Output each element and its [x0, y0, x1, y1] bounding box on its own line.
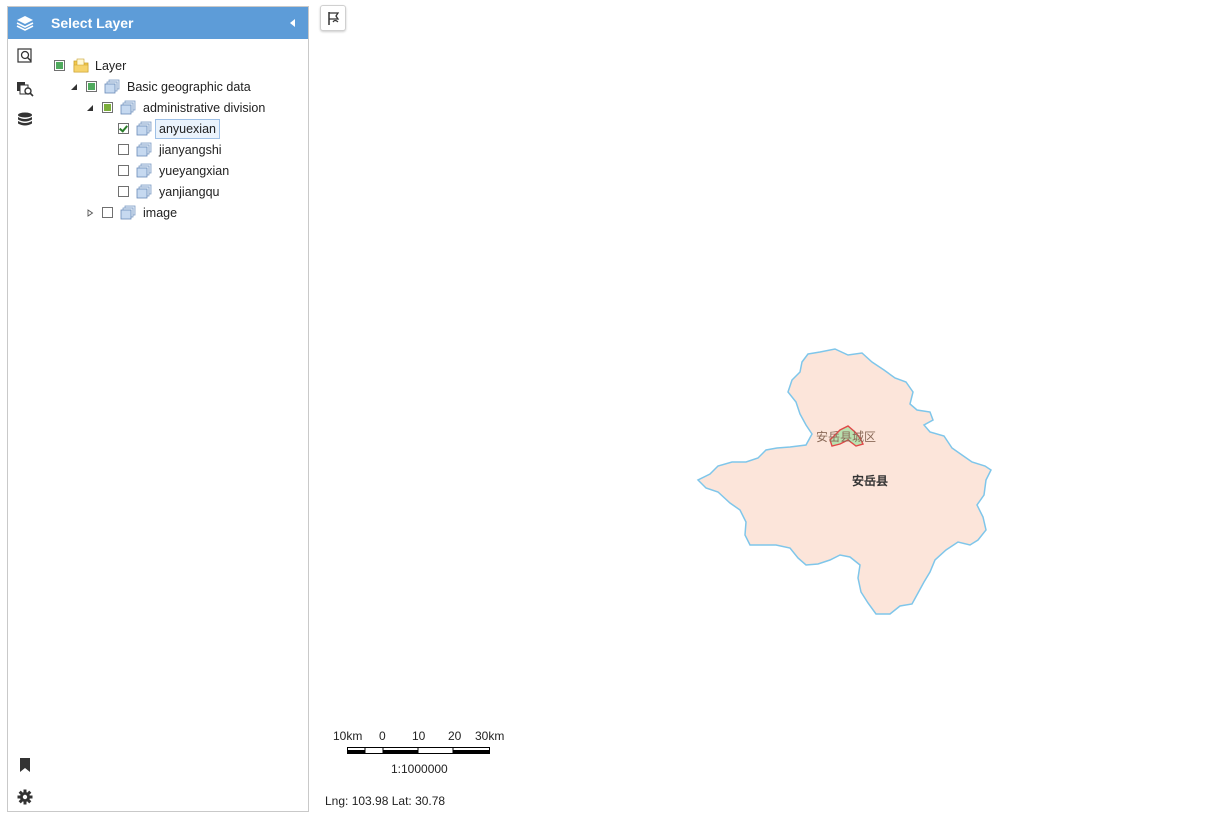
yueyangxian-label[interactable]: yueyangxian [159, 162, 229, 180]
panel-header: Select Layer [8, 7, 308, 39]
tree-node-administrative-division[interactable]: administrative division [86, 99, 296, 117]
collapsed-arrow-icon[interactable] [86, 209, 94, 217]
anyuexian-label-wrap: anyuexian [155, 119, 229, 139]
basic-geographic-data-checkbox[interactable] [86, 81, 97, 92]
tree-node-yueyangxian[interactable]: yueyangxian [118, 162, 248, 180]
coordinate-readout: Lng: 103.98 Lat: 30.78 [325, 794, 446, 808]
region-label: 安岳县 [852, 474, 889, 488]
database-icon[interactable] [16, 111, 34, 129]
layer-panel: Select Layer Layer Basic geographic data… [7, 6, 309, 812]
expanded-arrow-icon[interactable] [86, 104, 94, 112]
basic-geographic-data-label: Basic geographic data [127, 80, 251, 94]
flag-button[interactable] [320, 5, 346, 31]
administrative-division-checkbox[interactable] [102, 102, 113, 113]
image-label: image [143, 206, 178, 220]
gear-icon[interactable] [16, 788, 34, 806]
layer-icon [136, 142, 152, 157]
map-canvas[interactable] [311, 0, 1213, 817]
layers-icon [16, 16, 34, 31]
jianyangshi-label[interactable]: jianyangshi [159, 141, 222, 159]
tree-node-root[interactable]: Layer [54, 57, 174, 75]
scale-tick-label: 10 [412, 729, 426, 743]
scale-tick-label: 10km [333, 729, 363, 743]
tree-node-basic-geographic-data[interactable]: Basic geographic data [70, 78, 270, 96]
administrative-division-label: administrative division [143, 101, 266, 115]
image-checkbox[interactable] [102, 207, 113, 218]
root-checkbox[interactable] [54, 60, 65, 71]
layer-icon [136, 163, 152, 178]
triangle-left-icon[interactable] [288, 17, 298, 29]
folder-icon [73, 58, 89, 73]
tree-node-jianyangshi[interactable]: jianyangshi [118, 141, 238, 159]
side-toolbar [8, 39, 42, 811]
yueyangxian-checkbox[interactable] [118, 165, 129, 176]
layer-icon [136, 184, 152, 199]
layer-group-icon [120, 205, 136, 220]
expanded-arrow-icon[interactable] [70, 83, 78, 91]
anyuexian-checkbox[interactable] [118, 123, 129, 134]
jianyangshi-checkbox[interactable] [118, 144, 129, 155]
tree-node-image[interactable]: image [86, 204, 206, 222]
anyuexian-label[interactable]: anyuexian [155, 119, 220, 139]
layer-icon [136, 121, 152, 136]
layer-group-icon [120, 100, 136, 115]
tree-node-yanjiangqu[interactable]: yanjiangqu [118, 183, 248, 201]
layer-group-icon [104, 79, 120, 94]
layer-search-icon[interactable] [16, 79, 34, 97]
tree-node-anyuexian[interactable]: anyuexian [118, 119, 238, 139]
yanjiangqu-checkbox[interactable] [118, 186, 129, 197]
scale-tick-label: 20 [448, 729, 462, 743]
urban-area-label: 安岳县城区 [816, 430, 877, 444]
root-label: Layer [95, 59, 127, 73]
scale-ratio: 1:1000000 [391, 762, 448, 776]
scale-bar [347, 747, 490, 754]
zoom-search-icon[interactable] [16, 47, 34, 65]
panel-title: Select Layer [51, 15, 134, 31]
yanjiangqu-label[interactable]: yanjiangqu [159, 183, 219, 201]
scale-tick-label: 30km [475, 729, 505, 743]
scale-tick-label: 0 [379, 729, 386, 743]
bookmark-icon[interactable] [16, 756, 34, 774]
flag-icon [328, 12, 340, 25]
